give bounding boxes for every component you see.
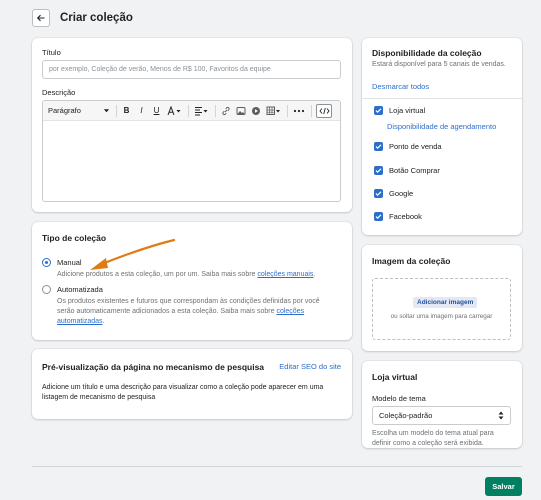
automated-radio[interactable] xyxy=(42,285,51,294)
online-store-heading: Loja virtual xyxy=(372,372,418,382)
deselect-all-link[interactable]: Desmarcar todos xyxy=(372,82,429,91)
checkbox-checked-icon[interactable] xyxy=(374,166,383,175)
toolbar-divider xyxy=(215,104,216,117)
channel-facebook[interactable]: Facebook xyxy=(374,212,422,221)
automated-option[interactable]: Automatizada xyxy=(42,285,103,294)
theme-template-value: Coleção-padrão xyxy=(379,411,433,420)
page-header: Criar coleção xyxy=(32,8,133,28)
availability-heading: Disponibilidade da coleção xyxy=(372,48,482,58)
description-label: Descrição xyxy=(42,88,76,97)
seo-preview-card: Pré-visualização da página no mecanismo … xyxy=(32,349,352,419)
more-icon[interactable] xyxy=(292,104,305,118)
theme-template-select[interactable]: Coleção-padrão xyxy=(372,406,511,425)
title-label: Título xyxy=(42,48,61,57)
seo-heading: Pré-visualização da página no mecanismo … xyxy=(42,362,265,372)
code-view-icon[interactable] xyxy=(316,103,332,118)
arrow-left-icon xyxy=(36,14,45,22)
checkbox-checked-icon[interactable] xyxy=(374,212,383,221)
align-icon[interactable] xyxy=(193,104,209,118)
availability-subtext: Estará disponível para 5 canais de venda… xyxy=(372,61,506,68)
automated-description: Os produtos existentes e futuros que cor… xyxy=(57,298,320,325)
image-icon[interactable] xyxy=(235,104,246,118)
collection-image-card: Imagem da coleção Adicionar imagem ou so… xyxy=(362,245,522,351)
format-select-value: Parágrafo xyxy=(48,106,81,115)
footer-divider xyxy=(32,466,522,467)
automated-collections-link[interactable]: coleções xyxy=(276,308,304,315)
channel-label: Facebook xyxy=(389,212,422,221)
collection-type-card: Tipo de coleção Manual Adicione produtos… xyxy=(32,222,352,340)
page-title: Criar coleção xyxy=(60,12,133,24)
chevron-down-icon xyxy=(103,109,110,113)
back-button[interactable] xyxy=(32,9,50,27)
link-icon[interactable] xyxy=(220,104,231,118)
title-placeholder: por exemplo, Coleção de verão, Menos de … xyxy=(49,66,271,73)
automated-label: Automatizada xyxy=(57,285,103,294)
checkbox-checked-icon[interactable] xyxy=(374,106,383,115)
bold-icon[interactable]: B xyxy=(121,104,132,118)
toolbar-divider xyxy=(116,104,117,117)
italic-icon[interactable]: I xyxy=(136,104,147,118)
edit-seo-link[interactable]: Editar SEO do site xyxy=(279,362,341,371)
annotation-arrow-icon xyxy=(90,238,176,270)
channel-buy-button[interactable]: Botão Comprar xyxy=(374,166,440,175)
schedule-availability-link[interactable]: Disponibilidade de agendamento xyxy=(387,122,496,131)
divider xyxy=(362,98,522,99)
channel-label: Google xyxy=(389,189,414,198)
seo-description: Adicione um título e uma descrição para … xyxy=(42,384,324,401)
theme-template-help: Escolha um modelo do tema atual para def… xyxy=(372,430,494,447)
video-icon[interactable] xyxy=(250,104,261,118)
channel-pos[interactable]: Ponto de venda xyxy=(374,142,442,151)
drop-text: ou soltar uma imagem para carregar xyxy=(390,313,493,320)
image-dropzone[interactable]: Adicionar imagem ou soltar uma imagem pa… xyxy=(372,278,511,340)
save-button[interactable]: Salvar xyxy=(485,477,522,496)
checkbox-checked-icon[interactable] xyxy=(374,189,383,198)
format-select[interactable]: Parágrafo xyxy=(48,106,114,115)
channel-label: Ponto de venda xyxy=(389,142,442,151)
select-arrows-icon xyxy=(498,411,504,420)
channel-online-store[interactable]: Loja virtual xyxy=(374,106,425,115)
image-heading: Imagem da coleção xyxy=(372,256,451,266)
toolbar-divider xyxy=(188,104,189,117)
toolbar-divider xyxy=(311,104,312,117)
manual-collections-link[interactable]: coleções manuais xyxy=(257,271,313,278)
title-input[interactable]: por exemplo, Coleção de verão, Menos de … xyxy=(42,60,341,79)
channel-label: Botão Comprar xyxy=(389,166,440,175)
text-color-icon[interactable] xyxy=(166,104,182,118)
title-description-card: Título por exemplo, Coleção de verão, Me… xyxy=(32,38,352,212)
toolbar-divider xyxy=(287,104,288,117)
add-image-button[interactable]: Adicionar imagem xyxy=(413,297,478,308)
manual-radio[interactable] xyxy=(42,258,51,267)
automated-collections-link-2[interactable]: automatizadas xyxy=(57,318,103,325)
editor-toolbar: Parágrafo B I U xyxy=(43,101,340,121)
description-editor: Parágrafo B I U xyxy=(42,100,341,202)
channel-google[interactable]: Google xyxy=(374,189,413,198)
online-store-card: Loja virtual Modelo de tema Coleção-padr… xyxy=(362,361,522,448)
table-icon[interactable] xyxy=(265,104,281,118)
checkbox-checked-icon[interactable] xyxy=(374,142,383,151)
theme-template-label: Modelo de tema xyxy=(372,394,426,403)
availability-card: Disponibilidade da coleção Estará dispon… xyxy=(362,38,522,235)
channel-label: Loja virtual xyxy=(389,106,426,115)
underline-icon[interactable]: U xyxy=(151,104,162,118)
